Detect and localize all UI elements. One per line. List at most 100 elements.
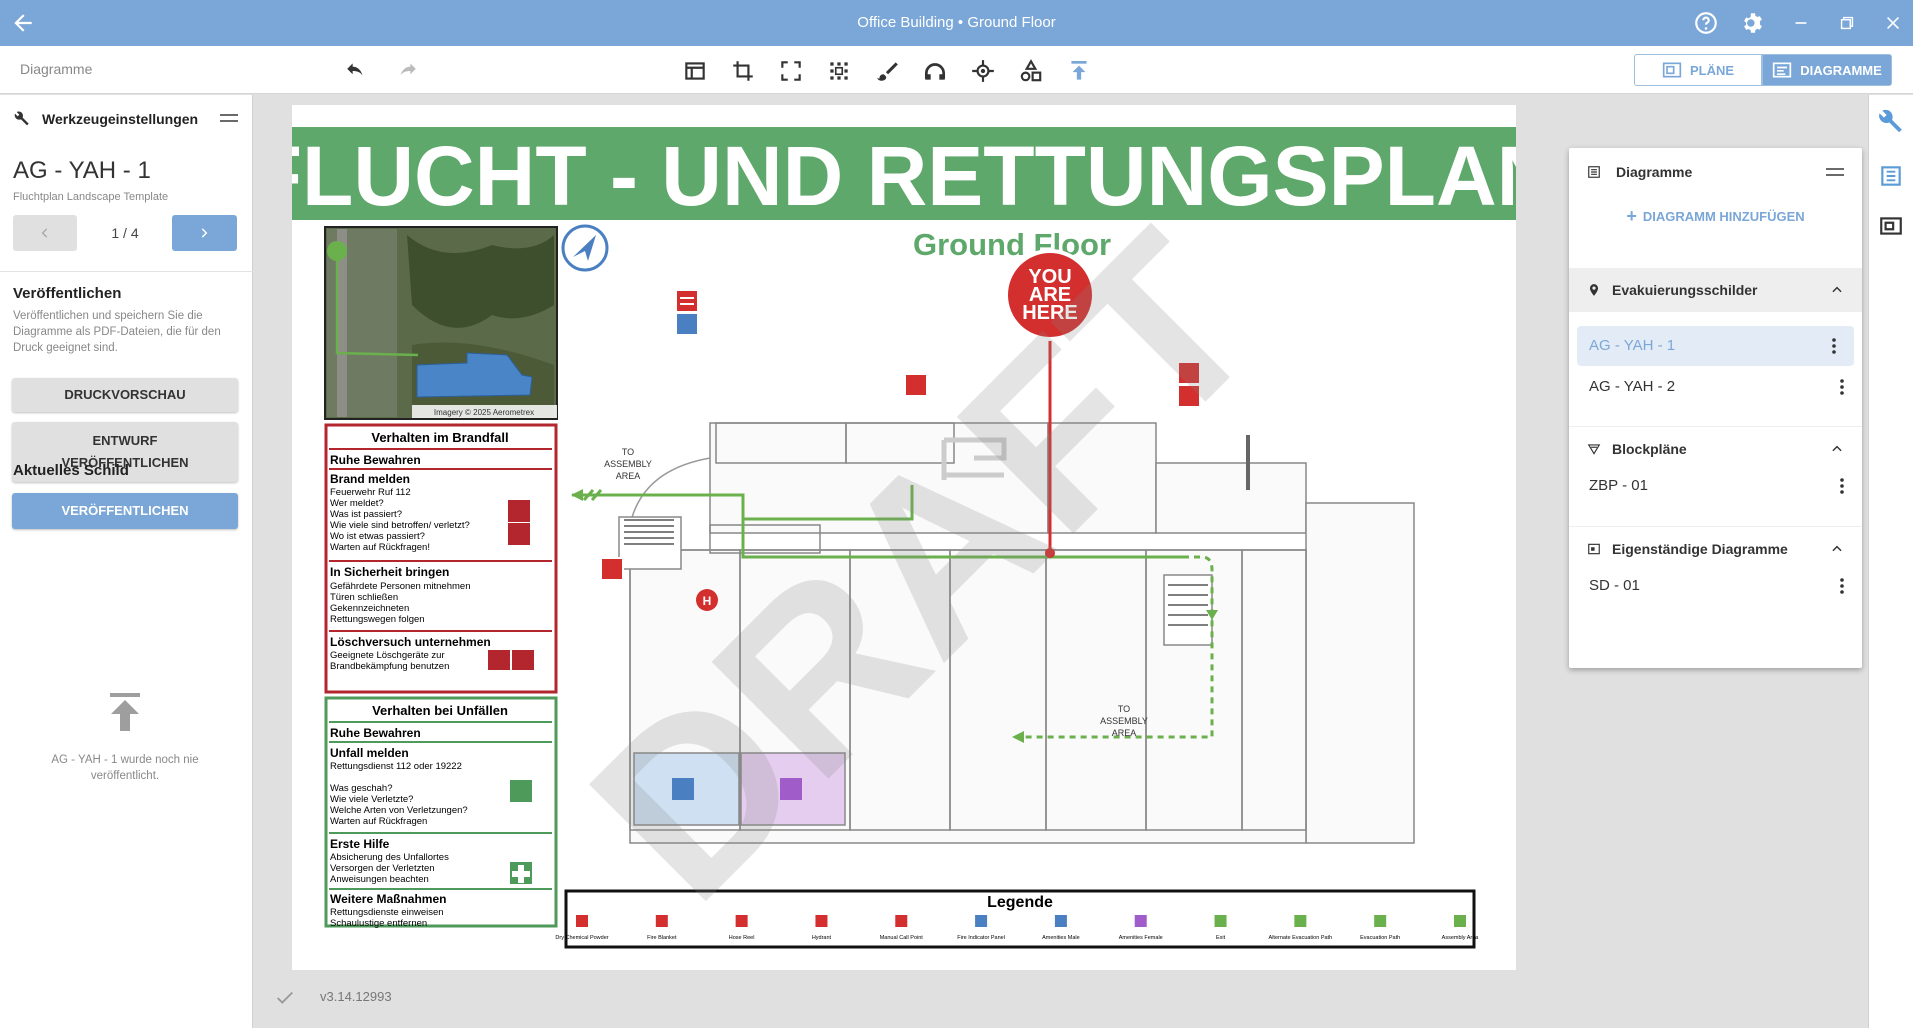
list-icon[interactable] xyxy=(1878,163,1904,189)
more-vert-icon[interactable] xyxy=(1840,379,1844,395)
section-block-plans[interactable]: Blockpläne xyxy=(1569,426,1862,470)
more-vert-icon[interactable] xyxy=(1840,578,1844,594)
north-arrow-icon xyxy=(561,224,609,272)
add-diagram-button[interactable]: + DIAGRAMM HINZUFÜGEN xyxy=(1569,200,1862,232)
chevron-left-icon xyxy=(41,228,48,238)
diagram-item-ag-yah-2[interactable]: AG - YAH - 2 xyxy=(1569,367,1862,407)
diagrams-panel: Diagramme + DIAGRAMM HINZUFÜGEN Evakuier… xyxy=(1569,148,1862,668)
layout-icon[interactable] xyxy=(682,58,708,84)
standalone-diagram-icon xyxy=(1588,543,1600,555)
door-arc-icon[interactable] xyxy=(922,58,948,84)
version-label: v3.14.12993 xyxy=(320,989,392,1004)
plans-tab[interactable]: PLÄNE xyxy=(1634,54,1762,86)
accident-box-title: Verhalten bei Unfällen xyxy=(372,703,508,718)
legend-symbol xyxy=(1054,915,1067,927)
chevron-up-icon[interactable] xyxy=(1830,542,1844,556)
legend-label: Alternate Evacuation Path xyxy=(1269,935,1333,941)
shapes-icon[interactable] xyxy=(1018,58,1044,84)
tool-settings-panel: Werkzeugeinstellungen AG - YAH - 1 Fluch… xyxy=(0,95,253,1028)
imagery-credit: Imagery © 2025 Aerometrex xyxy=(434,408,534,417)
fire-report-line: Wer meldet? xyxy=(330,498,384,509)
legend-label: Assembly Area xyxy=(1442,935,1480,941)
legend-title: Legende xyxy=(987,894,1053,911)
fire-report-line: Feuerwehr Ruf 112 xyxy=(330,487,411,498)
section-title: Eigenständige Diagramme xyxy=(1612,541,1788,557)
redo-icon[interactable] xyxy=(393,58,419,84)
assembly-area-label: TO xyxy=(622,447,634,457)
fire-report-line: Warten auf Rückfragen! xyxy=(330,542,430,553)
fire-extinguish-heading: Löschversuch unternehmen xyxy=(330,635,491,649)
next-page-button[interactable] xyxy=(172,215,237,251)
menu-icon[interactable] xyxy=(1826,167,1844,177)
fire-safety-line: Türen schließen xyxy=(330,592,398,603)
fire-instructions-box: Verhalten im Brandfall Ruhe Bewahren Bra… xyxy=(324,423,558,694)
previous-page-button[interactable] xyxy=(13,215,77,251)
plan-canvas[interactable]: FLUCHT - UND RETTUNGSPLAN Ground Floor I… xyxy=(292,105,1516,970)
minimize-icon[interactable] xyxy=(1788,10,1814,36)
legend-label: Fire Blanket xyxy=(647,935,677,941)
assembly-area-label: ASSEMBLY xyxy=(1100,716,1148,726)
sign-title: AG - YAH - 1 xyxy=(13,157,151,184)
tool-settings-title: Werkzeugeinstellungen xyxy=(42,111,199,127)
grid-select-icon[interactable] xyxy=(826,58,852,84)
tool-settings-header: Werkzeugeinstellungen xyxy=(14,111,198,127)
brush-icon[interactable] xyxy=(874,58,900,84)
current-sign-heading: Aktuelles Schild xyxy=(13,462,129,479)
menu-icon[interactable] xyxy=(220,113,238,125)
more-vert-icon[interactable] xyxy=(1832,338,1836,354)
diagrams-tab[interactable]: DIAGRAMME xyxy=(1762,54,1892,86)
accident-report-line: Warten auf Rückfragen xyxy=(330,816,427,827)
first-aid-heading: Erste Hilfe xyxy=(330,837,390,851)
accident-instructions-box: Verhalten bei Unfällen Ruhe Bewahren Unf… xyxy=(324,696,558,929)
publish-button[interactable]: VERÖFFENTLICHEN xyxy=(12,493,238,529)
help-icon[interactable] xyxy=(1693,10,1719,36)
fit-frame-icon[interactable] xyxy=(778,58,804,84)
publish-upload-icon[interactable] xyxy=(1066,58,1092,84)
section-title: Blockpläne xyxy=(1612,441,1687,457)
title-bar: Office Building • Ground Floor xyxy=(0,0,1913,46)
legend-symbol xyxy=(576,915,588,927)
toolbar: Diagramme PLÄNE DIAGRAMME xyxy=(0,46,1913,94)
restore-icon[interactable] xyxy=(1834,10,1860,36)
legend-label: Hydrant xyxy=(812,935,832,941)
legend-label: Evacuation Path xyxy=(1360,935,1400,941)
chevron-up-icon[interactable] xyxy=(1830,442,1844,456)
close-icon[interactable] xyxy=(1880,10,1906,36)
fire-report-line: Wie viele sind betroffen/ verletzt? xyxy=(330,520,470,531)
accident-report-line: Wie viele Verletzte? xyxy=(330,794,413,805)
section-evacuation-signs[interactable]: Evakuierungsschilder xyxy=(1569,268,1862,312)
check-icon xyxy=(277,991,293,1004)
undo-icon[interactable] xyxy=(344,58,370,84)
print-preview-button[interactable]: DRUCKVORSCHAU xyxy=(12,378,238,412)
plans-icon[interactable] xyxy=(1878,213,1904,239)
assembly-area-label: AREA xyxy=(1112,728,1137,738)
diagrams-panel-header: Diagramme xyxy=(1569,148,1862,196)
wrench-icon[interactable] xyxy=(1878,109,1904,135)
settings-gear-icon[interactable] xyxy=(1740,10,1766,36)
further-measures-line: Schaulustige entfernen xyxy=(330,918,427,929)
legend-symbol xyxy=(815,915,828,927)
move-node-icon[interactable] xyxy=(970,58,996,84)
legend-symbol xyxy=(1134,915,1147,927)
chevron-up-icon[interactable] xyxy=(1830,283,1844,297)
accident-calm: Ruhe Bewahren xyxy=(330,726,421,740)
legend-symbol xyxy=(1214,915,1227,927)
fire-report-line: Was ist passiert? xyxy=(330,509,402,520)
print-preview-label: DRUCKVORSCHAU xyxy=(64,387,186,402)
diagrams-tab-label: DIAGRAMME xyxy=(1800,62,1882,78)
diagram-item-ag-yah-1[interactable]: AG - YAH - 1 xyxy=(1577,326,1854,366)
publish-label: VERÖFFENTLICHEN xyxy=(61,503,189,518)
legend-label: Exit xyxy=(1216,935,1226,941)
publish-draft-label-1: ENTWURF xyxy=(92,433,158,448)
plans-tab-label: PLÄNE xyxy=(1689,62,1735,78)
legend-label: Amenities Female xyxy=(1119,935,1163,941)
diagram-item-zbp-01[interactable]: ZBP - 01 xyxy=(1569,466,1862,506)
crop-icon[interactable] xyxy=(730,58,756,84)
diagrams-panel-title: Diagramme xyxy=(1616,164,1693,180)
section-standalone-diagrams[interactable]: Eigenständige Diagramme xyxy=(1569,526,1862,570)
publish-heading: Veröffentlichen xyxy=(13,285,122,302)
diagram-item-sd-01[interactable]: SD - 01 xyxy=(1569,566,1862,606)
hose-sign-icon xyxy=(512,650,534,670)
more-vert-icon[interactable] xyxy=(1840,478,1844,494)
legend-label: Dry Chemical Powder xyxy=(555,935,608,941)
